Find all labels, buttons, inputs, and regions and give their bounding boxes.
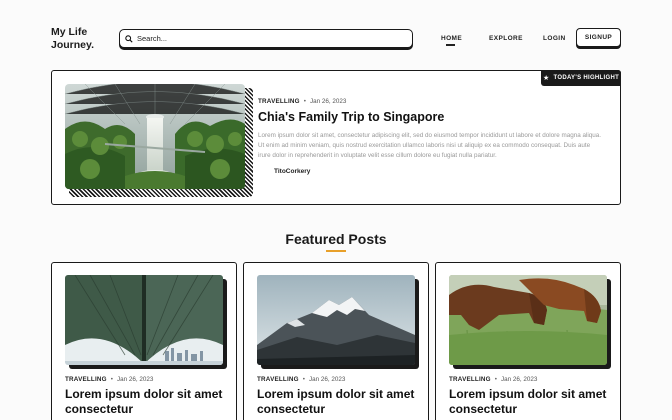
post-card[interactable]: TRAVELLING • Jan 26, 2023 Lorem ipsum do… — [243, 262, 429, 420]
meta-separator: • — [302, 376, 305, 383]
nav-active-indicator — [446, 44, 455, 46]
site-logo[interactable]: My Life Journey. — [51, 26, 94, 52]
post-meta: TRAVELLING • Jan 26, 2023 — [65, 376, 153, 383]
search-input[interactable] — [137, 34, 387, 43]
post-card[interactable]: TRAVELLING • Jan 26, 2023 Lorem ipsum do… — [435, 262, 621, 420]
meta-separator: • — [494, 376, 497, 383]
post-date: Jan 26, 2023 — [308, 376, 346, 383]
post-image[interactable] — [449, 275, 607, 365]
logo-line-1: My Life — [51, 26, 88, 38]
post-title[interactable]: Lorem ipsum dolor sit amet consectetur — [449, 387, 614, 417]
highlight-badge-label: TODAY'S HIGHLIGHT — [553, 75, 620, 81]
post-image[interactable] — [257, 275, 415, 365]
signup-button[interactable]: SIGNUP — [576, 28, 621, 47]
highlight-excerpt: Lorem ipsum dolor sit amet, consectetur … — [258, 132, 602, 159]
post-title[interactable]: Lorem ipsum dolor sit amet consectetur — [257, 387, 422, 417]
meta-separator: • — [110, 376, 113, 383]
post-date: Jan 26, 2023 — [500, 376, 538, 383]
post-card[interactable]: TRAVELLING • Jan 26, 2023 Lorem ipsum do… — [51, 262, 237, 420]
highlight-meta: TRAVELLING • Jan 26, 2023 — [258, 98, 346, 105]
snowy-mountain-illustration — [257, 275, 415, 365]
nav-home-link[interactable]: HOME — [441, 35, 462, 42]
highlight-category[interactable]: TRAVELLING — [258, 98, 300, 105]
rain-vortex-illustration — [65, 84, 245, 189]
search-icon — [125, 34, 133, 43]
featured-posts-heading: Featured Posts — [285, 231, 387, 247]
post-category[interactable]: TRAVELLING — [449, 376, 491, 383]
dogs-on-grass-illustration — [449, 275, 607, 365]
nav-login-link[interactable]: LOGIN — [543, 35, 566, 42]
heading-accent-underline — [326, 250, 346, 252]
post-image-frame[interactable] — [449, 275, 611, 369]
highlight-badge: ★ TODAY'S HIGHLIGHT — [541, 70, 621, 86]
post-meta: TRAVELLING • Jan 26, 2023 — [257, 376, 345, 383]
highlight-image-frame[interactable] — [65, 84, 253, 197]
post-image-frame[interactable] — [257, 275, 419, 369]
highlight-title[interactable]: Chia's Family Trip to Singapore — [258, 110, 444, 124]
logo-line-2: Journey. — [51, 39, 94, 51]
highlight-card[interactable]: ★ TODAY'S HIGHLIGHT TRAVELLING • Jan 26,… — [51, 70, 621, 205]
post-meta: TRAVELLING • Jan 26, 2023 — [449, 376, 537, 383]
highlight-date: Jan 26, 2023 — [309, 98, 347, 105]
post-image[interactable] — [65, 275, 223, 365]
post-image-frame[interactable] — [65, 275, 227, 369]
post-title[interactable]: Lorem ipsum dolor sit amet consectetur — [65, 387, 230, 417]
search-bar[interactable] — [119, 29, 413, 48]
highlight-author[interactable]: TitoCorkery — [274, 168, 310, 175]
bridge-underside-illustration — [65, 275, 223, 365]
highlight-image[interactable] — [65, 84, 245, 189]
meta-separator: • — [303, 98, 306, 105]
nav-explore-link[interactable]: EXPLORE — [489, 35, 523, 42]
star-icon: ★ — [542, 75, 550, 82]
post-category[interactable]: TRAVELLING — [257, 376, 299, 383]
post-category[interactable]: TRAVELLING — [65, 376, 107, 383]
post-date: Jan 26, 2023 — [116, 376, 154, 383]
